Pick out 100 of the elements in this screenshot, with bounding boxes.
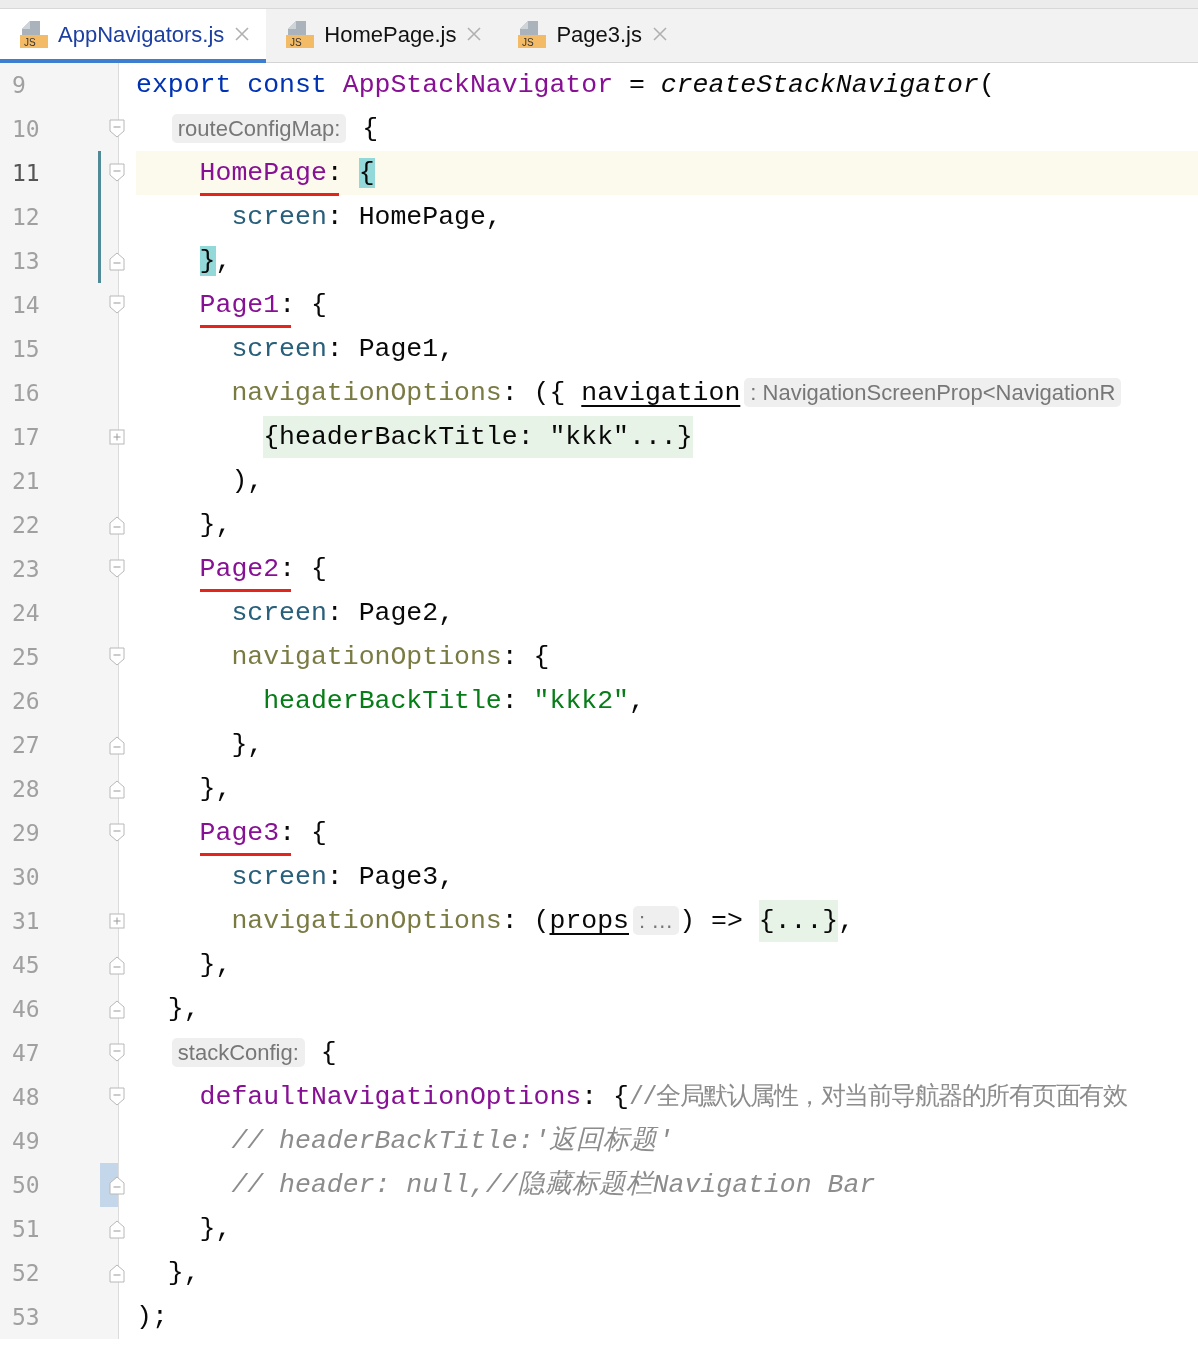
line-number: 23 bbox=[12, 556, 40, 582]
line-number: 52 bbox=[12, 1260, 40, 1286]
collapse-icon[interactable] bbox=[109, 1263, 125, 1283]
code-text: }, bbox=[199, 774, 232, 804]
inlay-hint: routeConfigMap: bbox=[171, 114, 347, 143]
property-name: screen bbox=[231, 598, 327, 628]
code-comment: //全局默认属性，对当前导航器的所有页面有效 bbox=[629, 1083, 1126, 1112]
code-text: = bbox=[628, 70, 646, 100]
line-number: 16 bbox=[12, 380, 40, 406]
code-text: }, bbox=[199, 1214, 232, 1244]
collapse-icon[interactable] bbox=[109, 823, 125, 843]
code-text: : Page3, bbox=[326, 862, 455, 892]
function-call-text: createStackNavigator bbox=[660, 70, 979, 100]
code-text: : HomePage, bbox=[326, 202, 502, 232]
code-text: : ( bbox=[501, 906, 550, 936]
line-number: 24 bbox=[12, 600, 40, 626]
property-name: screen bbox=[231, 202, 327, 232]
code-text: , bbox=[629, 686, 645, 716]
property-name: navigationOptions bbox=[231, 378, 502, 408]
property-name: navigationOptions bbox=[231, 906, 502, 936]
inlay-hint: : NavigationScreenProp<NavigationR bbox=[744, 378, 1122, 407]
editor-tab[interactable]: JS HomePage.js bbox=[266, 9, 499, 63]
code-text: }, bbox=[199, 510, 232, 540]
code-text: ), bbox=[231, 466, 264, 496]
code-comment: // header: null,//隐藏标题栏Navigation Bar bbox=[231, 1170, 876, 1200]
code-text: }, bbox=[167, 1258, 200, 1288]
collapse-icon[interactable] bbox=[109, 955, 125, 975]
collapse-icon[interactable] bbox=[109, 1219, 125, 1239]
matched-brace: { bbox=[358, 158, 375, 188]
line-number: 27 bbox=[12, 732, 40, 758]
collapse-icon[interactable] bbox=[109, 647, 125, 667]
code-text: : { bbox=[279, 818, 327, 848]
line-number: 13 bbox=[12, 248, 40, 274]
code-text: : Page1, bbox=[326, 334, 455, 364]
line-number: 15 bbox=[12, 336, 40, 362]
line-number: 49 bbox=[12, 1128, 40, 1154]
code-text: ( bbox=[978, 70, 995, 100]
line-number: 53 bbox=[12, 1304, 40, 1330]
code-text: }, bbox=[167, 994, 200, 1024]
line-number: 10 bbox=[12, 116, 40, 142]
editor-tab[interactable]: JS Page3.js bbox=[498, 9, 684, 63]
parameter-name: navigation bbox=[581, 378, 741, 408]
line-number: 31 bbox=[12, 908, 40, 934]
close-icon[interactable] bbox=[466, 26, 483, 42]
collapse-icon[interactable] bbox=[109, 1043, 125, 1063]
code-text: { bbox=[319, 1038, 337, 1068]
string-literal: "kkk2" bbox=[533, 686, 629, 716]
code-text: : bbox=[326, 158, 344, 188]
collapse-icon[interactable] bbox=[109, 251, 125, 271]
line-number: 17 bbox=[12, 424, 40, 450]
editor-tab[interactable]: JS AppNavigators.js bbox=[0, 9, 267, 63]
code-text: : { bbox=[581, 1082, 629, 1112]
line-number: 30 bbox=[12, 864, 40, 890]
identifier-text: AppStackNavigator bbox=[342, 70, 614, 100]
line-number: 45 bbox=[12, 952, 40, 978]
line-number: 11 bbox=[12, 160, 40, 186]
line-number: 25 bbox=[12, 644, 40, 670]
collapse-icon[interactable] bbox=[109, 119, 125, 139]
code-text: : ({ bbox=[501, 378, 567, 408]
inlay-hint: : … bbox=[633, 906, 680, 935]
code-text: }, bbox=[199, 950, 232, 980]
code-text: : { bbox=[279, 554, 327, 584]
expand-icon[interactable] bbox=[109, 427, 125, 447]
collapse-icon[interactable] bbox=[109, 779, 125, 799]
code-text: : Page2, bbox=[326, 598, 455, 628]
code-text: : bbox=[501, 686, 519, 716]
code-text: ) => bbox=[679, 906, 744, 936]
property-name: headerBackTitle bbox=[263, 686, 502, 716]
line-number: 47 bbox=[12, 1040, 40, 1066]
line-number: 29 bbox=[12, 820, 40, 846]
close-icon[interactable] bbox=[234, 26, 251, 42]
code-text: }, bbox=[231, 730, 264, 760]
expand-icon[interactable] bbox=[109, 911, 125, 931]
folded-code: {headerBackTitle: "kkk"...} bbox=[263, 416, 693, 458]
collapse-icon[interactable] bbox=[109, 515, 125, 535]
line-number: 14 bbox=[12, 292, 40, 318]
line-number: 28 bbox=[12, 776, 40, 802]
code-text: ); bbox=[136, 1302, 168, 1332]
collapse-icon[interactable] bbox=[109, 163, 125, 183]
collapse-icon[interactable] bbox=[109, 999, 125, 1019]
property-name: screen bbox=[231, 862, 327, 892]
inlay-hint: stackConfig: bbox=[171, 1038, 305, 1067]
parameter-name: props bbox=[549, 906, 629, 936]
code-text: , bbox=[838, 906, 855, 936]
line-number: 48 bbox=[12, 1084, 40, 1110]
property-name: defaultNavigationOptions bbox=[199, 1082, 582, 1112]
collapse-icon[interactable] bbox=[109, 559, 125, 579]
line-number: 51 bbox=[12, 1216, 40, 1242]
code-text: { bbox=[361, 114, 379, 144]
close-icon[interactable] bbox=[652, 26, 668, 42]
collapse-icon[interactable] bbox=[109, 735, 125, 755]
code-comment: // headerBackTitle:'返回标题' bbox=[231, 1126, 674, 1156]
line-number: 26 bbox=[12, 688, 40, 714]
collapse-icon[interactable] bbox=[109, 295, 125, 315]
matched-brace: } bbox=[199, 246, 216, 276]
folded-code: {...} bbox=[758, 900, 839, 942]
keyword-text: export const bbox=[136, 70, 328, 100]
collapse-icon[interactable] bbox=[109, 1087, 125, 1107]
property-name: screen bbox=[231, 334, 327, 364]
line-number: 12 bbox=[12, 204, 40, 230]
